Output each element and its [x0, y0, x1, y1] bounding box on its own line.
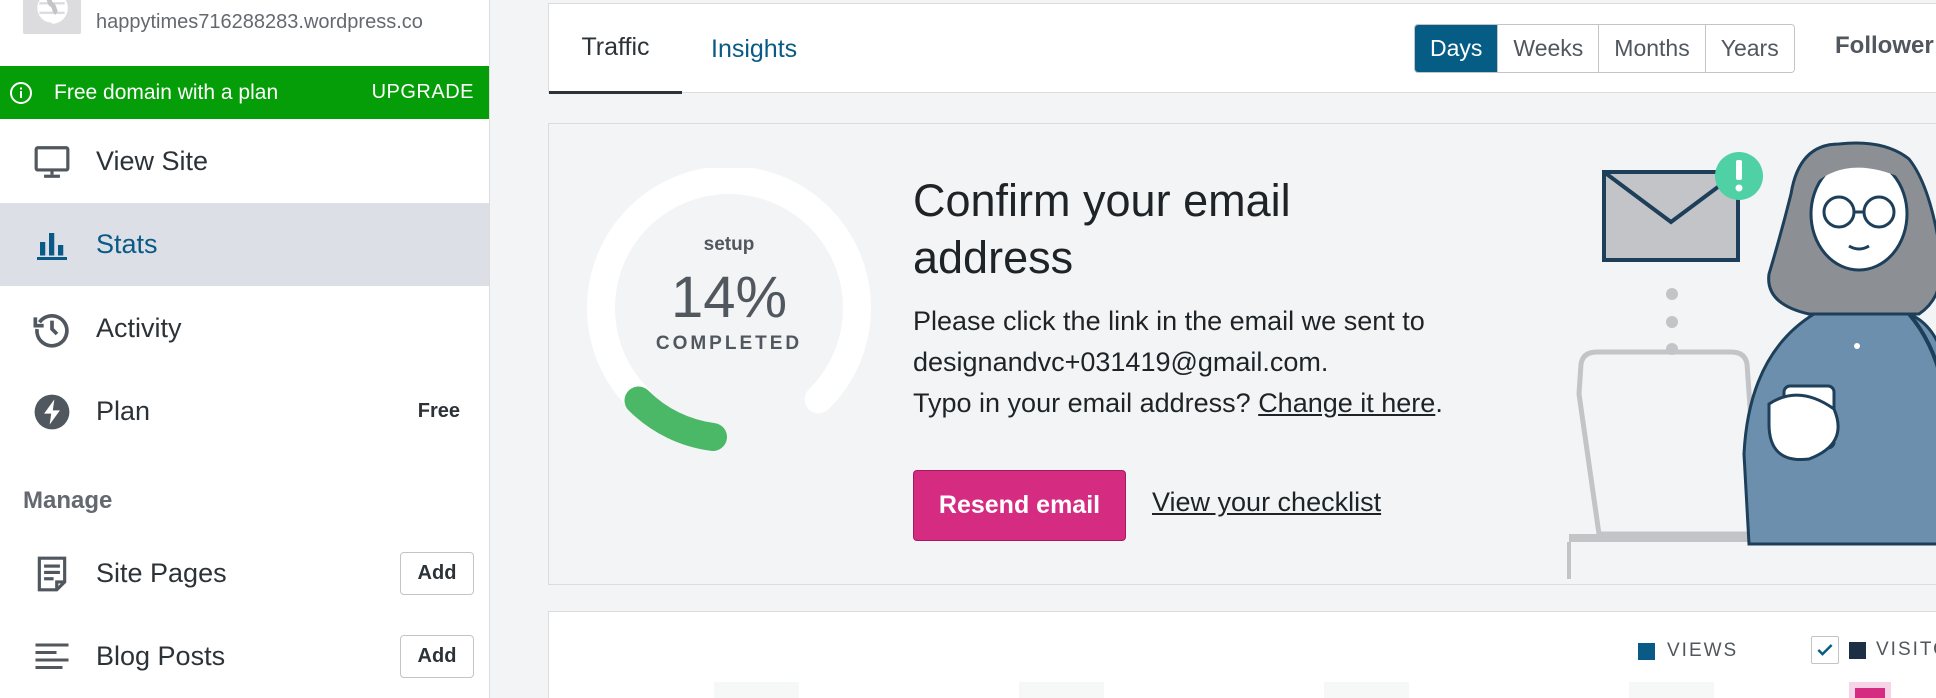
views-swatch: [1638, 642, 1655, 660]
upgrade-link[interactable]: UPGRADE: [372, 81, 474, 104]
sidebar-item-label: Blog Posts: [96, 641, 226, 671]
progress-percent: 14%: [670, 265, 788, 330]
legend-visitors-label: VISITORS: [1876, 639, 1936, 660]
add-page-button[interactable]: Add: [400, 552, 474, 595]
period-years-button[interactable]: Years: [1704, 25, 1794, 72]
legend-views[interactable]: VIEWS: [1638, 640, 1738, 662]
sidebar-item-plan[interactable]: Plan Free: [0, 370, 489, 453]
manage-section-header: Manage: [23, 487, 113, 514]
period-months-button[interactable]: Months: [1598, 25, 1705, 72]
info-icon: [10, 81, 32, 104]
period-text: .: [1435, 388, 1443, 418]
site-icon: [23, 0, 81, 34]
site-url: happytimes716288283.wordpress.co: [96, 11, 423, 33]
period-selector: Days Weeks Months Years: [1414, 24, 1795, 73]
sidebar-item-label: Activity: [96, 313, 182, 343]
stats-chart-card: VIEWS VISITORS: [548, 611, 1936, 698]
alert-badge-icon: [1715, 152, 1763, 200]
globe-icon: [34, 0, 68, 26]
stats-tabs-bar: Traffic Insights Days Weeks Months Years…: [548, 3, 1936, 94]
period-weeks-button[interactable]: Weeks: [1497, 25, 1599, 72]
checkmark-icon: [1817, 644, 1833, 656]
change-email-link[interactable]: Change it here: [1258, 388, 1435, 418]
history-icon: [31, 308, 73, 350]
sidebar-item-label: Site Pages: [96, 558, 227, 588]
chart-background: [714, 682, 1891, 698]
sidebar-item-view-site[interactable]: View Site: [0, 120, 489, 203]
bar-chart-icon: [31, 224, 73, 266]
sidebar-item-label: View Site: [96, 146, 209, 176]
bolt-icon: [31, 391, 73, 433]
page-icon: [31, 553, 73, 595]
posts-icon: [31, 636, 73, 678]
sidebar: happytimes716288283.wordpress.co Free do…: [0, 0, 490, 698]
confirm-email-title: Confirm your email address: [913, 175, 1291, 283]
sidebar-item-stats[interactable]: Stats: [0, 203, 489, 286]
legend-views-label: VIEWS: [1667, 640, 1739, 661]
sidebar-item-label: Plan: [96, 396, 151, 426]
tab-traffic[interactable]: Traffic: [549, 4, 682, 94]
view-checklist-link[interactable]: View your checklist: [1152, 487, 1381, 518]
sidebar-item-blog-posts[interactable]: Blog Posts Add: [0, 615, 489, 698]
confirm-email-card: setup 14% COMPLETED Confirm your email a…: [548, 123, 1936, 585]
progress-setup-label: setup: [703, 234, 755, 255]
progress-arc: [624, 386, 727, 451]
site-header[interactable]: happytimes716288283.wordpress.co: [0, 0, 489, 66]
banner-text: Free domain with a plan: [54, 80, 279, 104]
free-domain-banner[interactable]: Free domain with a plan UPGRADE: [0, 66, 489, 119]
visitors-checkbox[interactable]: [1811, 636, 1839, 664]
typo-prompt: Typo in your email address?: [913, 388, 1251, 418]
sidebar-item-label: Stats: [96, 229, 158, 259]
body-line: Typo in your email address? Change it he…: [913, 383, 1473, 424]
tab-followers[interactable]: Follower: [1835, 32, 1934, 60]
email-illustration: [1567, 141, 1936, 579]
sidebar-item-activity[interactable]: Activity: [0, 287, 489, 370]
visitors-swatch: [1849, 641, 1866, 659]
body-line: Please click the link in the email we se…: [913, 306, 1425, 336]
resend-email-button[interactable]: Resend email: [913, 470, 1126, 541]
plan-badge: Free: [417, 400, 460, 422]
monitor-icon: [31, 141, 73, 183]
add-post-button[interactable]: Add: [400, 635, 474, 678]
period-days-button[interactable]: Days: [1415, 25, 1498, 72]
sidebar-item-site-pages[interactable]: Site Pages Add: [0, 532, 489, 615]
tab-insights[interactable]: Insights: [711, 4, 797, 94]
person-illustration: [1742, 141, 1936, 546]
progress-completed-label: COMPLETED: [655, 333, 803, 354]
email-address: designandvc+031419@gmail.com.: [913, 347, 1329, 377]
confirm-email-body: Please click the link in the email we se…: [913, 301, 1473, 424]
legend-visitors[interactable]: VISITORS: [1811, 636, 1936, 664]
